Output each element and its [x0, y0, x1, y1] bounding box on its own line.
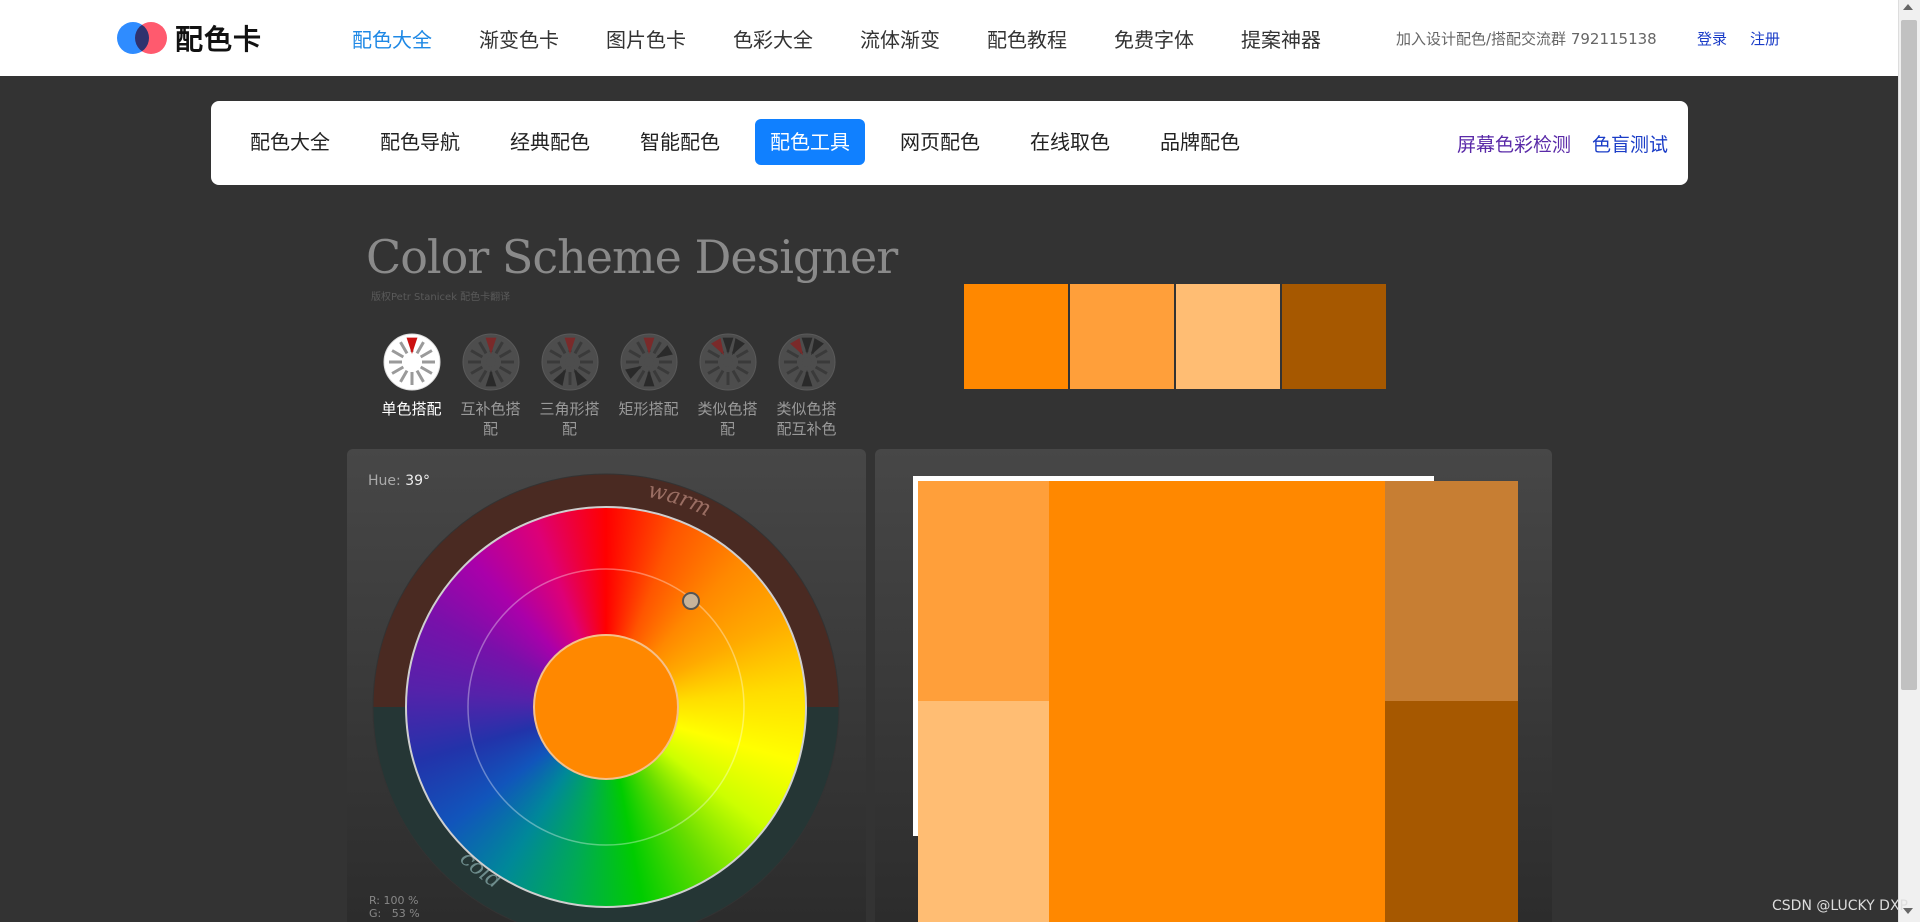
- scheme-mode-label: 三角形搭配: [539, 400, 600, 438]
- secondary-nav-item[interactable]: 配色大全: [235, 119, 345, 165]
- secondary-nav: 配色大全 配色导航 经典配色 智能配色 配色工具 网页配色 在线取色 品牌配色 屏幕色彩检测 …: [211, 101, 1688, 185]
- qq-group-text: 加入设计配色/搭配交流群 792115138: [1396, 30, 1657, 48]
- hue-handle[interactable]: [682, 592, 700, 610]
- swatch-primary[interactable]: [964, 284, 1068, 389]
- preview-panel: [875, 449, 1552, 922]
- swatch-dark[interactable]: [1282, 284, 1386, 389]
- main-nav: 配色大全 渐变色卡 图片色卡 色彩大全 流体渐变 配色教程 免费字体 提案神器: [352, 0, 1368, 76]
- color-blind-test-link[interactable]: 色盲测试: [1592, 130, 1668, 157]
- rgb-readout: R: 100 % G: 53 %: [369, 894, 420, 920]
- top-nav-item[interactable]: 图片色卡: [606, 24, 686, 53]
- preview-dark-block: [1385, 701, 1518, 922]
- secondary-nav-item[interactable]: 配色工具: [755, 119, 865, 165]
- scheme-mode-icon: [383, 333, 441, 391]
- scheme-mode-option[interactable]: 互补色搭配: [451, 333, 530, 439]
- scheme-mode-option[interactable]: 单色搭配: [372, 333, 451, 439]
- scroll-up-arrow-icon[interactable]: [1903, 4, 1913, 10]
- top-nav-item[interactable]: 流体渐变: [860, 24, 940, 53]
- register-link[interactable]: 注册: [1750, 28, 1780, 49]
- preview-light-block: [918, 481, 1049, 701]
- designer-credit: 版权Petr Stanicek 配色卡翻译: [371, 292, 511, 303]
- top-nav-item[interactable]: 配色大全: [352, 24, 432, 53]
- scheme-mode-icon: [620, 333, 678, 391]
- scheme-mode-label: 类似色搭配互补色: [776, 400, 837, 438]
- scheme-mode-selector: 单色搭配 互补色搭配 三角形搭配 矩形搭配 类似色搭配 类似色搭配互补色: [372, 333, 846, 439]
- preview-lighter-block: [918, 701, 1049, 922]
- top-nav-item[interactable]: 色彩大全: [733, 24, 813, 53]
- top-nav-item[interactable]: 免费字体: [1114, 24, 1194, 53]
- secondary-nav-item[interactable]: 网页配色: [885, 119, 995, 165]
- scheme-mode-label: 类似色搭配: [697, 400, 758, 438]
- scheme-mode-icon: [462, 333, 520, 391]
- scheme-mode-option[interactable]: 三角形搭配: [530, 333, 609, 439]
- secondary-nav-item[interactable]: 在线取色: [1015, 119, 1125, 165]
- swatch-lighter[interactable]: [1176, 284, 1280, 389]
- scheme-mode-icon: [541, 333, 599, 391]
- scrollbar-thumb[interactable]: [1901, 20, 1917, 690]
- scheme-mode-option[interactable]: 矩形搭配: [609, 333, 688, 439]
- csdn-watermark: CSDN @LUCKY DXP: [1772, 898, 1908, 914]
- logo-text: 配色卡: [175, 23, 263, 56]
- secondary-nav-items: 配色大全 配色导航 经典配色 智能配色 配色工具 网页配色 在线取色 品牌配色: [235, 119, 1275, 165]
- site-logo[interactable]: 配色卡: [117, 22, 262, 56]
- scheme-swatches: [964, 284, 1388, 389]
- scheme-mode-label: 互补色搭配: [460, 400, 521, 438]
- scheme-mode-icon: [778, 333, 836, 391]
- selected-color-hub: [533, 634, 679, 780]
- scheme-mode-label: 矩形搭配: [618, 400, 679, 418]
- scheme-mode-label: 单色搭配: [381, 400, 442, 418]
- designer-title: Color Scheme Designer: [366, 230, 898, 284]
- color-wheel[interactable]: warm cold: [347, 449, 866, 922]
- scheme-mode-option[interactable]: 类似色搭配互补色: [767, 333, 846, 439]
- secondary-nav-item[interactable]: 智能配色: [625, 119, 735, 165]
- swatch-light[interactable]: [1070, 284, 1174, 389]
- preview-muted-block: [1385, 481, 1518, 701]
- scheme-mode-icon: [699, 333, 757, 391]
- secondary-nav-item[interactable]: 经典配色: [495, 119, 605, 165]
- logo-icon: [117, 22, 167, 54]
- scheme-mode-option[interactable]: 类似色搭配: [688, 333, 767, 439]
- screen-color-check-link[interactable]: 屏幕色彩检测: [1457, 130, 1571, 157]
- color-wheel-panel: Hue: 39° warm cold R: 100 % G: 53 %: [347, 449, 866, 922]
- preview-primary-block: [1048, 481, 1385, 922]
- top-nav-item[interactable]: 提案神器: [1241, 24, 1321, 53]
- top-nav-item[interactable]: 配色教程: [987, 24, 1067, 53]
- top-navbar: 配色卡 配色大全 渐变色卡 图片色卡 色彩大全 流体渐变 配色教程 免费字体 提案神器 加入设…: [0, 0, 1898, 76]
- secondary-nav-item[interactable]: 配色导航: [365, 119, 475, 165]
- secondary-nav-item[interactable]: 品牌配色: [1145, 119, 1255, 165]
- top-nav-item[interactable]: 渐变色卡: [479, 24, 559, 53]
- login-link[interactable]: 登录: [1697, 28, 1727, 49]
